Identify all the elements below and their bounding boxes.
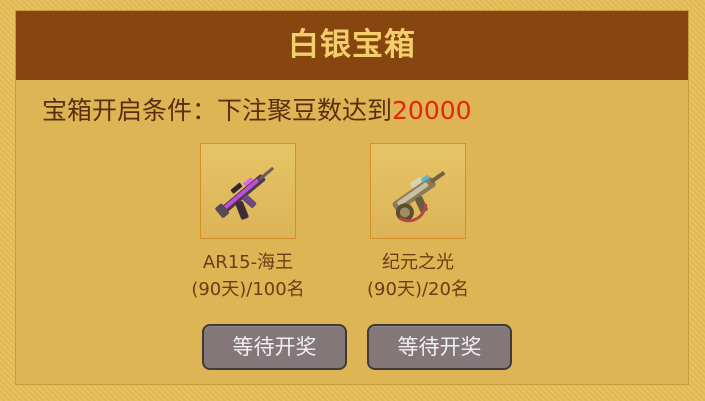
reward-thumbnail-epoch-light (370, 143, 466, 239)
reward-duration-count: (90天)/20名 (367, 279, 469, 300)
unlock-condition: 宝箱开启条件：下注聚豆数达到20000 (42, 93, 472, 129)
rifle-icon (215, 166, 275, 220)
unlock-condition-text: 宝箱开启条件：下注聚豆数达到 (42, 96, 393, 125)
page-title: 白银宝箱 (16, 11, 688, 80)
reward-thumbnail-ar15 (200, 143, 296, 239)
reward-name: 纪元之光 (382, 252, 454, 273)
reward-item-epoch-light: 纪元之光 (90天)/20名 (318, 143, 518, 303)
heavy-gun-icon (392, 171, 446, 223)
unlock-amount: 20000 (392, 96, 472, 125)
wait-draw-button-left[interactable]: 等待开奖 (202, 324, 347, 370)
silver-chest-panel: 白银宝箱 宝箱开启条件：下注聚豆数达到20000 AR15-海王 (90天)/1… (15, 10, 689, 385)
wait-draw-button-right[interactable]: 等待开奖 (367, 324, 512, 370)
